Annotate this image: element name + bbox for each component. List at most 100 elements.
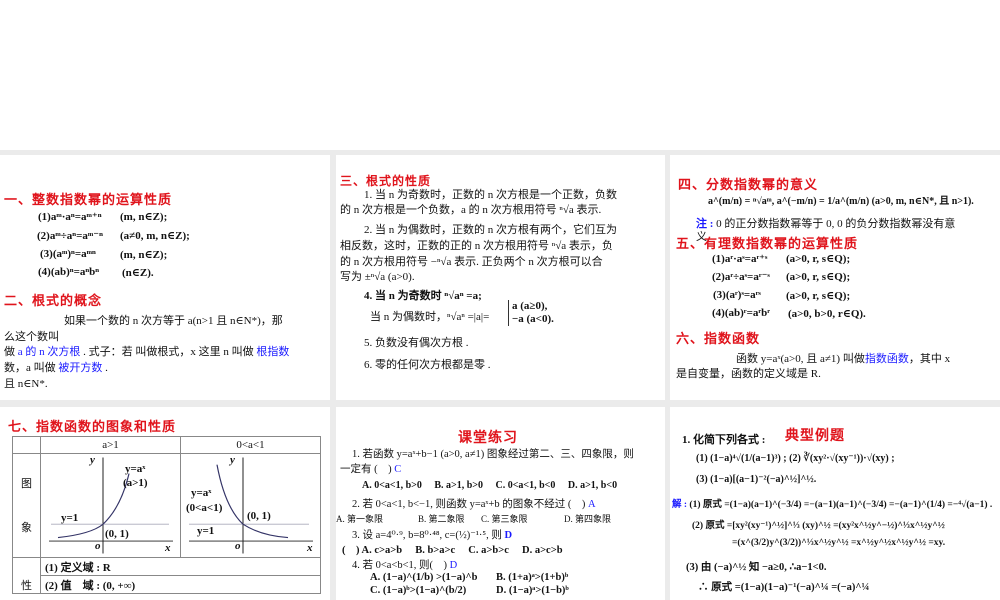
text-line: 的 n 次方根用符号 −ⁿ√a 表示. 正负两个 n 次方根可以合: [340, 256, 603, 268]
paragraph-line: 如果一个数的 n 次方等于 a(n>1 且 n∈N*)，那: [64, 315, 283, 327]
rule-condition: (n∈Z).: [122, 267, 154, 279]
rule-condition: (a>0, r, s∈Q);: [786, 290, 851, 302]
text: 2. 若 0<a<1, b<−1, 则函数 y=aˣ+b 的图象不经过 ( ): [352, 499, 586, 510]
origin-label: o: [235, 540, 241, 552]
heading-class-exercises: 课堂练习: [458, 430, 518, 446]
rule-condition: (m, n∈Z);: [120, 249, 168, 261]
definition-line: 函数 y=aˣ(a>0, 且 a≠1) 叫做指数函数，其中 x: [736, 350, 950, 366]
q2-option: A. 第一象限: [336, 514, 383, 524]
text: (1) 原式 =(1−a)(a−1)^(−3/4) =−(a−1)(a−1)^(…: [689, 500, 993, 510]
question-3: 3. 设 a=4⁰·⁹, b=8⁰·⁴⁸, c=(½)⁻¹·⁵, 则 D: [352, 527, 512, 542]
heading-typical-examples: 典型例题: [785, 428, 845, 444]
text-line: 相反数，这时，正数的正的 n 次方根用符号 ⁿ√a 表示，负: [340, 240, 613, 252]
text: 函数 y=aˣ(a>0, 且 a≠1) 叫做: [736, 353, 865, 365]
answer: A: [588, 499, 596, 510]
graph-a-gt-1: y x o y=aˣ (a>1) y=1 (0, 1): [40, 453, 181, 558]
link-root-index[interactable]: 根指数: [256, 346, 289, 358]
slide-thumbnail-radical-properties[interactable]: 三、根式的性质 1. 当 n 为奇数时，正数的 n 次方根是一个正数，负数 的 …: [336, 155, 665, 400]
property-range: (2) 值 域 : (0, +∞): [40, 575, 321, 594]
heading-radical-concept: 二、根式的概念: [4, 294, 103, 309]
y-label: y: [90, 454, 95, 466]
question-4: 4. 若 0<a<b<1, 则( ) D: [352, 557, 457, 572]
solution-label: 解 :: [672, 500, 688, 510]
x-label: x: [307, 542, 313, 554]
point-label: (0, 1): [247, 510, 271, 522]
note-line: 注 : 0 的正分数指数幂等于 0, 0 的负分数指数幂没有意: [696, 215, 955, 231]
condition-label: (0<a<1): [186, 502, 223, 514]
graph-a-lt-1: y x o y=aˣ (0<a<1) y=1 (0, 1): [180, 453, 321, 558]
rule-formula: (1)aᵐ·aⁿ=aᵐ⁺ⁿ: [38, 211, 102, 223]
rule-formula: (4)(ab)ⁿ=aⁿbⁿ: [38, 266, 100, 278]
text: . 式子：若 叫做根式，x 这里 n 叫做: [83, 346, 254, 358]
q2-option: C. 第三象限: [481, 514, 528, 524]
question-1-options: A. 0<a<1, b>0 B. a>1, b>0 C. 0<a<1, b<0 …: [362, 480, 618, 491]
text: 4. 若 0<a<b<1, 则( ): [352, 560, 448, 571]
answer: D: [449, 560, 458, 571]
solution-2-cont: =(x^(3/2)y^(3/2))^⅓x^½y^½ =x^½y^½x^½y^½ …: [732, 538, 946, 548]
rule-condition: (m, n∈Z);: [120, 211, 168, 223]
note-text: 0 的正分数指数幂等于 0, 0 的负分数指数幂没有意: [716, 218, 956, 230]
rule-condition: (a≠0, m, n∈Z);: [120, 230, 190, 242]
empty-cell: [12, 436, 41, 454]
condition-label: (a>1): [123, 477, 148, 489]
slide-thumbnail-typical-examples[interactable]: 1. 化简下列各式 : 典型例题 (1) (1−a)⁴√(1/(a−1)³) ;…: [670, 407, 1000, 600]
label: 图: [21, 477, 32, 490]
rule-formula: (1)aʳ·aˢ=aʳ⁺ˢ: [712, 253, 768, 265]
text: 一定有 ( ): [340, 464, 392, 475]
slide-thumbnail-exponential-graphs[interactable]: 七、指数函数的图象和性质 a>1 0<a<1 图象 y x o y=aˣ (a>…: [0, 407, 330, 600]
heading-rational-exponent-rules: 五、有理数指数幂的运算性质: [676, 237, 859, 252]
expression-3: (3) (1−a)[(a−1)⁻²(−a)^½]^½.: [696, 474, 817, 485]
link-radicand[interactable]: 被开方数: [58, 362, 102, 374]
text-line: 4. 当 n 为奇数时 ⁿ√aⁿ =a;: [364, 290, 482, 302]
fractional-exponent-formula: a^(m/n) = ⁿ√aᵐ, a^(−m/n) = 1/a^(m/n) (a>…: [708, 196, 974, 207]
rule-formula: (2)aᵐ÷aⁿ=aᵐ⁻ⁿ: [37, 230, 103, 242]
property-domain: (1) 定义域 : R: [40, 557, 321, 576]
paragraph-line: 且 n∈N*.: [4, 378, 48, 390]
label: 象: [21, 521, 32, 534]
rule-formula: (3)(aʳ)ˢ=aʳˢ: [713, 289, 761, 301]
text-line: 5. 负数没有偶次方根 .: [364, 337, 469, 349]
text-line: 的 n 次方根是一个负数，a 的 n 次方根用符号 ⁿ√a 表示.: [340, 204, 602, 216]
text-line: 6. 零的任何次方根都是零 .: [364, 359, 491, 371]
case-nonneg: a (a≥0),: [512, 300, 548, 312]
text: 3. 设 a=4⁰·⁹, b=8⁰·⁴⁸, c=(½)⁻¹·⁵, 则: [352, 530, 502, 541]
solution-3-cont: ∴ 原式 =(1−a)(1−a)⁻¹(−a)^¼ =(−a)^¼: [698, 582, 870, 593]
origin-label: o: [95, 540, 101, 552]
text: .: [105, 362, 108, 374]
curve-label: y=aˣ: [191, 487, 212, 499]
heading-exponential-function: 六、指数函数: [676, 332, 761, 347]
rule-condition: (a>0, r, s∈Q);: [786, 253, 851, 265]
answer: C: [394, 464, 402, 475]
question-1-cont: 一定有 ( ) C: [340, 461, 401, 476]
point-label: (0, 1): [105, 528, 129, 540]
link-nth-root[interactable]: a 的 n 次方根: [18, 346, 81, 358]
text-line: 写为 ±ⁿ√a (a>0).: [340, 271, 415, 283]
text: 做: [4, 346, 15, 358]
q2-option: B. 第二象限: [418, 514, 465, 524]
expression-1-2: (1) (1−a)⁴√(1/(a−1)³) ; (2) ∛(xy²·√(xy⁻¹…: [696, 453, 895, 464]
column-header-a-lt-1: 0<a<1: [180, 436, 321, 454]
paragraph-line: 做 a 的 n 次方根 . 式子：若 叫做根式，x 这里 n 叫做 根指数: [4, 343, 289, 359]
heading-fractional-exponent: 四、分数指数幂的意义: [678, 178, 819, 193]
curve-decreasing: [216, 464, 289, 539]
slide-thumbnail-fractional-exponents[interactable]: 四、分数指数幂的意义 a^(m/n) = ⁿ√aᵐ, a^(−m/n) = 1/…: [670, 155, 1000, 400]
slide-thumbnail-integer-exponents[interactable]: 一、整数指数幂的运算性质 (1)aᵐ·aⁿ=aᵐ⁺ⁿ (m, n∈Z); (2)…: [0, 155, 330, 400]
solution-2: (2) 原式 =[xy²(xy⁻¹)^½]^⅓ (xy)^½ =(xy²x^½y…: [692, 521, 945, 531]
curve-label: y=aˣ: [125, 463, 146, 475]
piecewise-cases: a (a≥0), −a (a<0).: [508, 300, 554, 326]
column-header-a-gt-1: a>1: [40, 436, 181, 454]
rule-condition: (a>0, r, s∈Q);: [786, 271, 851, 283]
problem-title: 1. 化简下列各式 :: [682, 434, 766, 446]
link-exponential-function[interactable]: 指数函数: [865, 353, 909, 365]
y-label: y: [230, 454, 235, 466]
text-line: 1. 当 n 为奇数时，正数的 n 次方根是一个正数，负数: [364, 189, 617, 201]
q4-option: C. (1−a)ᵇ>(1−a)^(b/2): [370, 585, 467, 596]
row-label-graph: 图象: [12, 453, 41, 558]
graph-increasing: [49, 457, 173, 554]
row-label-properties: 性: [12, 557, 41, 594]
text: 数，a 叫做: [4, 362, 56, 374]
slide-thumbnail-class-exercises[interactable]: 课堂练习 1. 若函数 y=aˣ+b−1 (a>0, a≠1) 图象经过第二、三…: [336, 407, 665, 600]
question-3-options: ( ) A. c>a>b B. b>a>c C. a>b>c D. a>c>b: [342, 545, 563, 556]
question-2: 2. 若 0<a<1, b<−1, 则函数 y=aˣ+b 的图象不经过 ( ) …: [352, 496, 596, 511]
q2-option: D. 第四象限: [564, 514, 611, 524]
